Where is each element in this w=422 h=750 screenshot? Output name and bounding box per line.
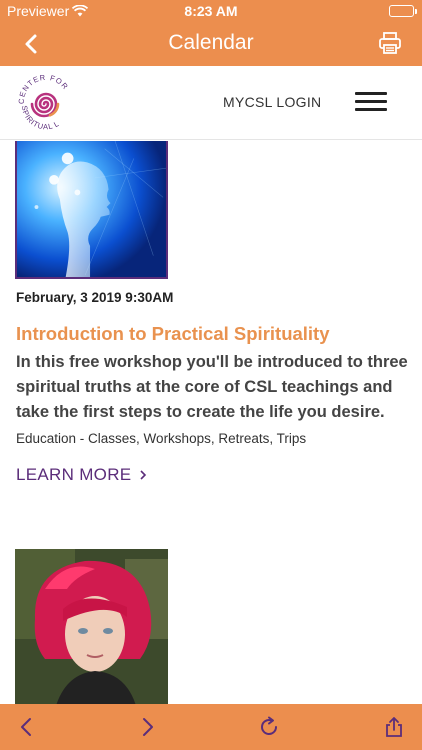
printer-icon[interactable]	[378, 31, 402, 55]
navigation-bar: Calendar	[0, 22, 422, 66]
chevron-right-icon	[138, 466, 148, 486]
bottom-toolbar	[0, 704, 422, 750]
learn-more-link[interactable]: LEARN MORE	[16, 465, 148, 486]
event-category: Education - Classes, Workshops, Retreats…	[16, 431, 307, 446]
event-date: February, 3 2019 9:30AM	[16, 290, 174, 305]
speaker-photo[interactable]	[15, 549, 168, 704]
hamburger-menu-icon[interactable]	[355, 92, 387, 112]
arrow-right-icon[interactable]	[136, 716, 158, 738]
clock: 8:23 AM	[184, 3, 238, 19]
csl-logo[interactable]: CENTER FOR SPIRITUAL LIVING	[11, 63, 78, 136]
learn-more-label: LEARN MORE	[16, 465, 132, 484]
mycsl-login-link[interactable]: MYCSL LOGIN	[223, 94, 321, 110]
battery-icon	[389, 5, 417, 17]
status-bar: Previewer 8:23 AM	[0, 0, 422, 22]
event-image[interactable]	[15, 141, 168, 279]
page-title: Calendar	[168, 31, 254, 54]
event-list: February, 3 2019 9:30AM Introduction to …	[0, 141, 422, 704]
event-title-link[interactable]: Introduction to Practical Spirituality	[16, 323, 330, 345]
reload-icon[interactable]	[258, 716, 280, 738]
event-description: In this free workshop you'll be introduc…	[16, 353, 408, 421]
site-header: CENTER FOR SPIRITUAL LIVING MYCSL LOGIN	[0, 63, 422, 140]
share-icon[interactable]	[383, 716, 405, 738]
arrow-left-icon[interactable]	[16, 716, 38, 738]
